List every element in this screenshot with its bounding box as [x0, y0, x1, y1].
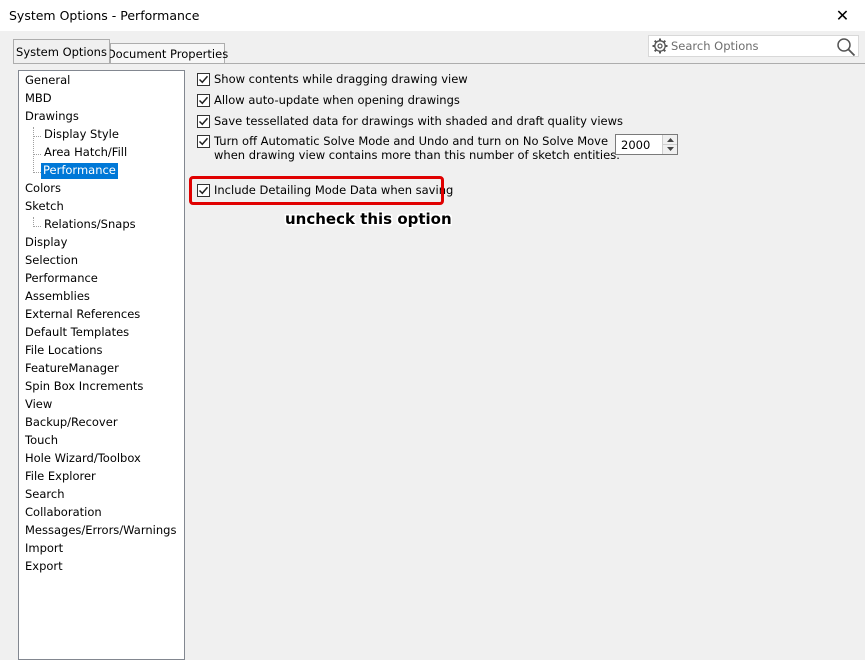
tree-item-default-templates[interactable]: Default Templates	[23, 325, 131, 341]
tree-item-export[interactable]: Export	[23, 559, 65, 575]
tree-connector	[33, 154, 41, 155]
system-options-dialog: System Options - Performance ✕ System Op…	[0, 0, 865, 660]
option-label[interactable]: Allow auto-update when opening drawings	[214, 93, 460, 107]
tree-item-collaboration[interactable]: Collaboration	[23, 505, 104, 521]
tree-item-general[interactable]: General	[23, 73, 72, 89]
tree-item-view[interactable]: View	[23, 397, 54, 413]
spin-buttons	[662, 135, 677, 154]
option-label[interactable]: Show contents while dragging drawing vie…	[214, 72, 468, 86]
close-icon: ✕	[835, 6, 850, 25]
tree-item-file-locations[interactable]: File Locations	[23, 343, 105, 359]
tree-item-drawings[interactable]: Drawings	[23, 109, 81, 125]
gear-icon[interactable]	[651, 37, 669, 55]
title-bar: System Options - Performance ✕	[0, 0, 865, 31]
spin-down-button[interactable]	[663, 144, 677, 153]
tree-item-hole-wizard-toolbox[interactable]: Hole Wizard/Toolbox	[23, 451, 143, 467]
option-label-line-2[interactable]: when drawing view contains more than thi…	[214, 148, 620, 162]
close-button[interactable]: ✕	[820, 0, 865, 31]
tree-item-colors[interactable]: Colors	[23, 181, 63, 197]
search-icon[interactable]	[836, 37, 856, 57]
annotation-highlight-box	[189, 176, 444, 205]
tree-item-sketch[interactable]: Sketch	[23, 199, 66, 215]
tree-item-file-explorer[interactable]: File Explorer	[23, 469, 98, 485]
checkmark-icon	[198, 75, 209, 84]
option-allow-auto-update[interactable]: Allow auto-update when opening drawings	[197, 93, 460, 107]
tree-item-assemblies[interactable]: Assemblies	[23, 289, 92, 305]
tree-connector	[33, 226, 41, 227]
tab-system-options[interactable]: System Options	[13, 39, 110, 63]
annotation-callout: uncheck this option	[285, 210, 452, 228]
options-tree[interactable]: General MBD Drawings Display Style Area …	[18, 70, 185, 660]
option-save-tessellated-data[interactable]: Save tessellated data for drawings with …	[197, 114, 623, 128]
tree-connector	[33, 172, 41, 173]
tree-item-backup-recover[interactable]: Backup/Recover	[23, 415, 120, 431]
tree-item-drawings-performance[interactable]: Performance	[41, 163, 118, 179]
checkbox-save-tessellated-data[interactable]	[197, 115, 210, 128]
option-turn-off-automatic-solve[interactable]: Turn off Automatic Solve Mode and Undo a…	[197, 134, 620, 162]
checkmark-icon	[198, 117, 209, 126]
tree-item-external-references[interactable]: External References	[23, 307, 142, 323]
tree-item-mbd[interactable]: MBD	[23, 91, 54, 107]
option-show-contents-dragging[interactable]: Show contents while dragging drawing vie…	[197, 72, 468, 86]
checkbox-allow-auto-update[interactable]	[197, 94, 210, 107]
tree-item-messages-errors-warnings[interactable]: Messages/Errors/Warnings	[23, 523, 178, 539]
tree-item-area-hatch-fill[interactable]: Area Hatch/Fill	[42, 145, 129, 161]
tree-item-touch[interactable]: Touch	[23, 433, 60, 449]
option-label-multiline[interactable]: Turn off Automatic Solve Mode and Undo a…	[214, 134, 620, 162]
search-options-field[interactable]: Search Options	[648, 35, 859, 57]
chevron-down-icon	[666, 146, 674, 151]
sketch-entities-value[interactable]: 2000	[621, 138, 650, 152]
search-placeholder[interactable]: Search Options	[671, 39, 759, 53]
checkmark-icon	[198, 137, 209, 146]
tree-item-import[interactable]: Import	[23, 541, 65, 557]
tree-connector	[33, 127, 34, 173]
tree-item-relations-snaps[interactable]: Relations/Snaps	[42, 217, 138, 233]
chevron-up-icon	[666, 137, 674, 142]
sketch-entities-spinbox[interactable]: 2000	[615, 134, 678, 155]
option-label[interactable]: Save tessellated data for drawings with …	[214, 114, 623, 128]
option-label-line-1[interactable]: Turn off Automatic Solve Mode and Undo a…	[214, 134, 620, 148]
tree-item-performance[interactable]: Performance	[23, 271, 100, 287]
tree-item-display-style[interactable]: Display Style	[42, 127, 121, 143]
tree-connector	[33, 136, 41, 137]
tree-item-search[interactable]: Search	[23, 487, 67, 503]
tab-panel-border	[13, 63, 865, 64]
window-title: System Options - Performance	[9, 8, 200, 23]
tree-item-selection[interactable]: Selection	[23, 253, 80, 269]
tree-item-spin-box-increments[interactable]: Spin Box Increments	[23, 379, 145, 395]
tree-item-featuremanager[interactable]: FeatureManager	[23, 361, 121, 377]
checkbox-show-contents-dragging[interactable]	[197, 73, 210, 86]
tree-item-display[interactable]: Display	[23, 235, 69, 251]
checkmark-icon	[198, 96, 209, 105]
checkbox-turn-off-automatic-solve[interactable]	[197, 135, 210, 148]
tab-document-properties[interactable]: Document Properties	[107, 43, 228, 63]
